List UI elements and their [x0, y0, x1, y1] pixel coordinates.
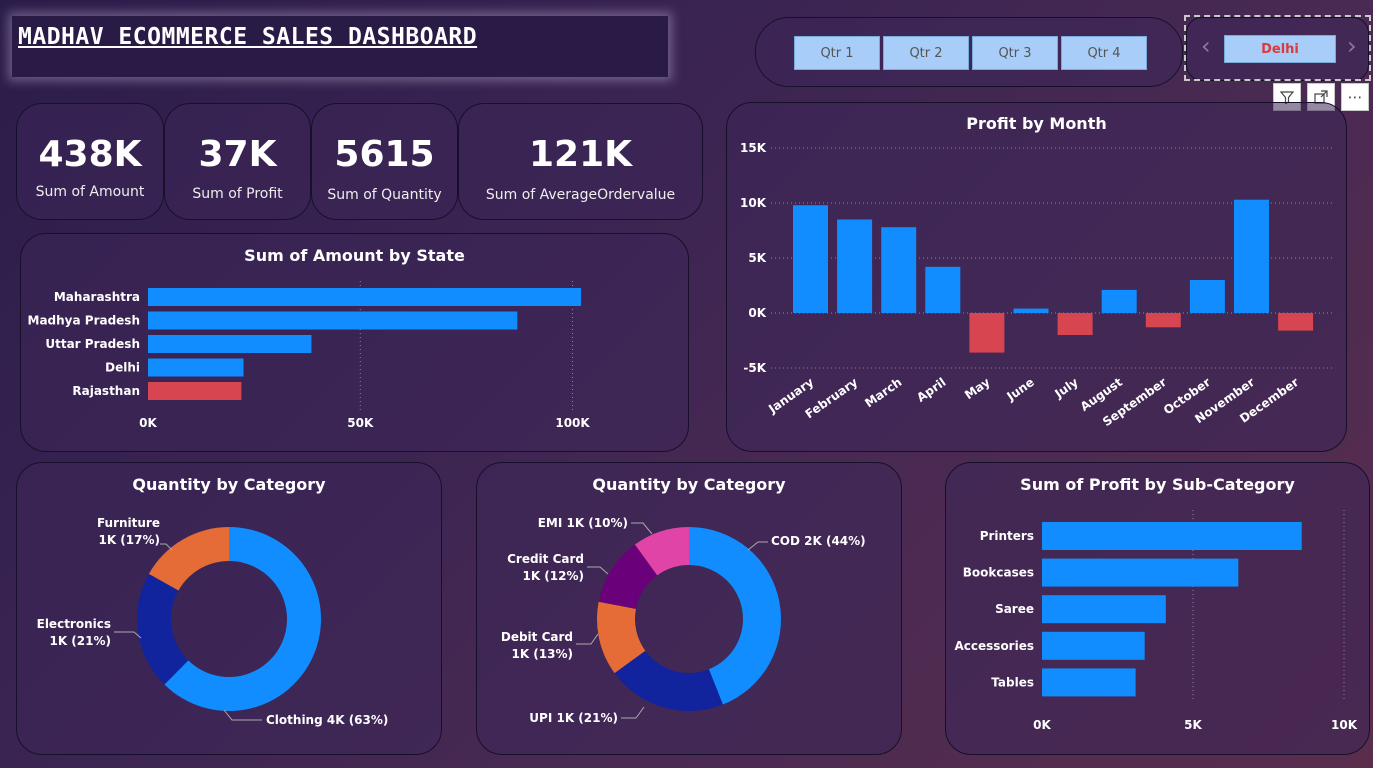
kpi-label: Sum of AverageOrdervalue	[485, 187, 676, 203]
kpi-value: 121K	[528, 134, 633, 175]
category-label: Saree	[995, 602, 1034, 616]
kpi-card-quantity: 5615 Sum of Quantity	[311, 103, 458, 220]
kpi-label: Sum of Amount	[35, 184, 145, 200]
kpi-value: 438K	[38, 134, 142, 175]
slice-label: Electronics	[37, 617, 111, 631]
y-tick-label: 10K	[740, 196, 767, 210]
x-tick-label: 100K	[555, 416, 590, 430]
dashboard-title-box: MADHAV ECOMMERCE SALES DASHBOARD	[12, 16, 668, 77]
leader-line	[576, 633, 599, 645]
bar	[1057, 313, 1093, 335]
month-label: June	[1004, 375, 1037, 404]
x-tick-label: 0K	[139, 416, 157, 430]
leader-line	[223, 709, 262, 721]
slice-label: UPI 1K (21%)	[529, 711, 618, 725]
dashboard-title: MADHAV ECOMMERCE SALES DASHBOARD	[18, 24, 478, 50]
kpi-label: Sum of Profit	[192, 186, 283, 202]
y-tick-label: 0K	[748, 306, 766, 320]
bar	[1189, 280, 1225, 313]
slice-label: 1K (21%)	[49, 634, 111, 648]
leader-line	[747, 541, 768, 551]
payment-donut-chart: COD 2K (44%) UPI 1K (21%) Debit Card 1K (13…	[501, 516, 866, 725]
bar	[1101, 289, 1137, 313]
bar	[837, 219, 873, 313]
donut-slice	[137, 573, 189, 685]
kpi-card-profit: 37K Sum of Profit	[164, 103, 311, 220]
slice-label: 1K (17%)	[98, 533, 160, 547]
slice-label: Credit Card	[507, 552, 584, 566]
month-label: May	[962, 375, 993, 402]
category-label: Maharashtra	[54, 290, 140, 304]
state-bar-chart: 0K 50K 100K Maharashtra Madhya Pradesh Uttar …	[28, 281, 590, 430]
leader-line	[631, 522, 653, 535]
category-label: Accessories	[955, 639, 1035, 653]
x-tick-label: 10K	[1331, 718, 1358, 732]
leader-line	[114, 631, 142, 639]
month-label: March	[862, 375, 904, 410]
month-label: April	[914, 375, 948, 405]
bar	[1042, 558, 1239, 587]
bar	[148, 311, 518, 330]
x-tick-label: 5K	[1184, 718, 1202, 732]
quarter-button-2[interactable]: Qtr 2	[883, 36, 969, 70]
y-tick-label: 15K	[740, 141, 767, 155]
bar	[1042, 631, 1145, 660]
month-label: July	[1052, 375, 1081, 401]
slice-label: Furniture	[97, 516, 160, 530]
bar	[1042, 595, 1166, 624]
slice-label: 1K (13%)	[511, 647, 573, 661]
bar	[925, 266, 961, 313]
kpi-value: 37K	[198, 134, 277, 175]
kpi-card-amount: 438K Sum of Amount	[16, 103, 164, 220]
bar	[1278, 313, 1314, 331]
bar	[1234, 199, 1269, 313]
month-column-chart: -5K0K5K10K15KJanuaryFebruary March April Ma…	[740, 141, 1334, 429]
category-label: Madhya Pradesh	[28, 314, 141, 328]
x-tick-label: 50K	[347, 416, 374, 430]
bar	[148, 288, 582, 306]
slice-label: COD 2K (44%)	[771, 534, 866, 548]
bar	[1042, 522, 1302, 550]
selection-frame	[1184, 15, 1371, 81]
leader-line	[587, 566, 609, 575]
category-label: Rajasthan	[72, 384, 140, 398]
category-label: Delhi	[105, 361, 140, 375]
bar	[969, 313, 1005, 353]
kpi-value: 5615	[334, 134, 435, 175]
bar	[881, 227, 917, 313]
category-label: Printers	[980, 529, 1034, 543]
category-label: Tables	[991, 675, 1034, 689]
y-tick-label: -5K	[743, 361, 766, 375]
quarter-slicer: Qtr 1 Qtr 2 Qtr 3 Qtr 4	[755, 17, 1183, 87]
kpi-label: Sum of Quantity	[327, 187, 442, 203]
bar	[1042, 668, 1136, 697]
slice-label: Debit Card	[501, 630, 573, 644]
bar	[148, 358, 244, 377]
quarter-button-3[interactable]: Qtr 3	[972, 36, 1058, 70]
category-donut-chart: Clothing 4K (63%) Electronics 1K (21%) Furn…	[37, 516, 389, 727]
category-label: Bookcases	[963, 566, 1034, 580]
subcategory-bar-chart: 0K 5K 10K Printers Bookcases Saree Accessories…	[955, 510, 1358, 732]
leader-line	[621, 706, 645, 719]
bar	[793, 205, 828, 313]
slice-label: Clothing 4K (63%)	[266, 713, 388, 727]
bar	[148, 382, 242, 400]
bar	[1013, 308, 1049, 313]
quarter-button-1[interactable]: Qtr 1	[794, 36, 880, 70]
slice-label: 1K (12%)	[522, 569, 584, 583]
kpi-card-aov: 121K Sum of AverageOrdervalue	[458, 103, 703, 220]
quarter-button-4[interactable]: Qtr 4	[1061, 36, 1147, 70]
bar	[1145, 313, 1181, 328]
category-label: Uttar Pradesh	[45, 337, 140, 351]
y-tick-label: 5K	[748, 251, 766, 265]
x-tick-label: 0K	[1033, 718, 1051, 732]
slice-label: EMI 1K (10%)	[538, 516, 628, 530]
bar	[148, 335, 312, 353]
